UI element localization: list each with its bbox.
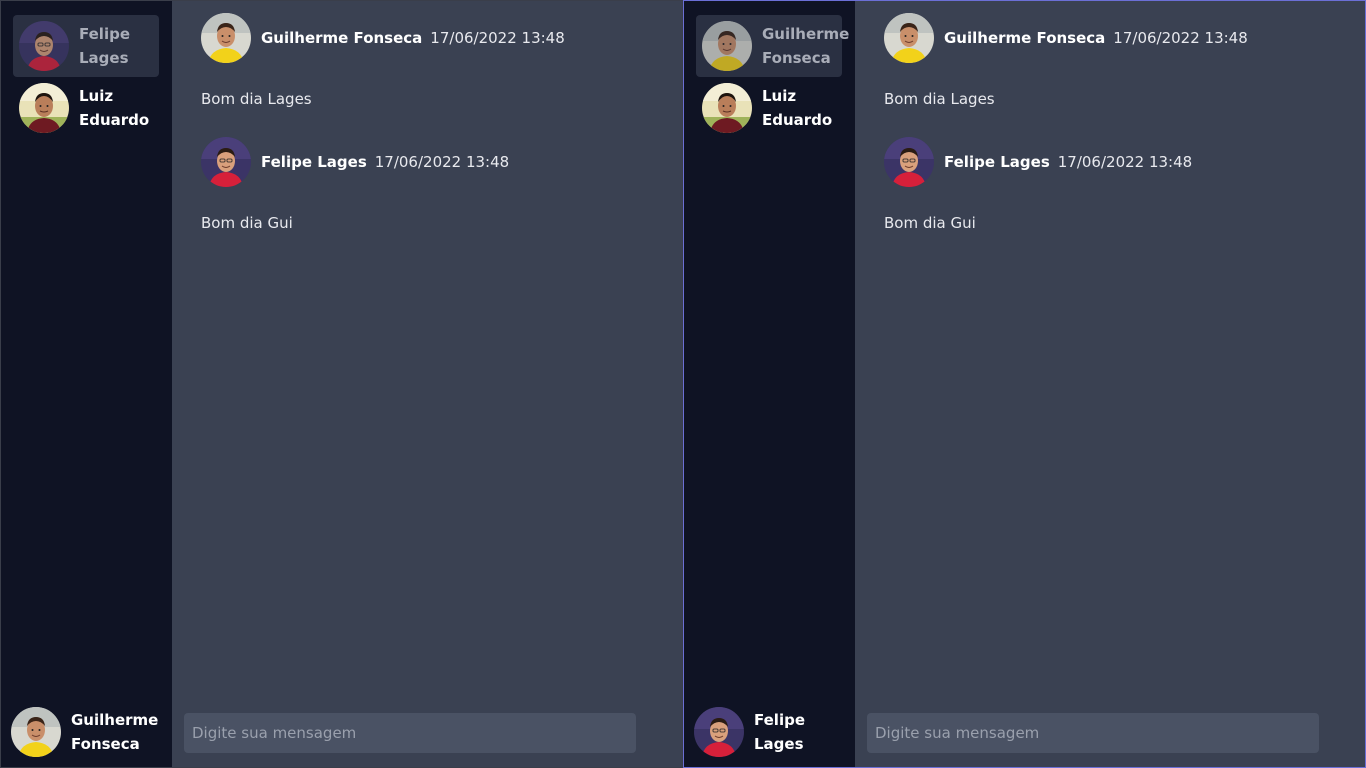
message-time: 17/06/2022 13:48 [430,29,565,47]
message-author: Guilherme Fonseca [944,29,1106,47]
contact-name: Luiz Eduardo [79,87,150,129]
current-user-name: Guilherme Fonseca [71,711,159,753]
current-user-name: Felipe Lages [754,711,806,753]
avatar [201,13,251,63]
message-header: Guilherme Fonseca 17/06/2022 13:48 [201,13,565,63]
chat-window-right: Guilherme Fonseca Luiz Eduardo Felipe La… [683,0,1366,768]
message-header: Felipe Lages 17/06/2022 13:48 [884,137,1192,187]
message-header: Guilherme Fonseca 17/06/2022 13:48 [884,13,1248,63]
message-text: Bom dia Lages [201,90,312,108]
chat-area: Guilherme Fonseca 17/06/2022 13:48 Bom d… [855,1,1365,767]
avatar [884,137,934,187]
message-input[interactable] [184,713,636,753]
contacts-sidebar: Felipe Lages Luiz Eduardo Guilherme Fons… [1,1,172,767]
avatar [884,13,934,63]
avatar [702,21,752,71]
message-header: Felipe Lages 17/06/2022 13:48 [201,137,509,187]
chat-area: Guilherme Fonseca 17/06/2022 13:48 Bom d… [172,1,682,767]
current-user: Guilherme Fonseca [11,707,161,757]
avatar [19,83,69,133]
contact-name: Felipe Lages [79,25,131,67]
contacts-sidebar: Guilherme Fonseca Luiz Eduardo Felipe La… [684,1,855,767]
contact-name: Luiz Eduardo [762,87,833,129]
avatar [201,137,251,187]
avatar [694,707,744,757]
message-time: 17/06/2022 13:48 [1113,29,1248,47]
chat-window-left: Felipe Lages Luiz Eduardo Guilherme Fons… [0,0,683,768]
message-text: Bom dia Lages [884,90,995,108]
message-text: Bom dia Gui [884,214,976,232]
message-input[interactable] [867,713,1319,753]
contact-guilherme-fonseca[interactable]: Guilherme Fonseca [696,15,850,77]
contact-name: Guilherme Fonseca [762,25,850,67]
contact-luiz-eduardo[interactable]: Luiz Eduardo [696,77,842,139]
current-user: Felipe Lages [694,707,854,757]
message-time: 17/06/2022 13:48 [1057,153,1193,171]
avatar [702,83,752,133]
avatar [19,21,69,71]
message-author: Felipe Lages [261,153,367,171]
message-text: Bom dia Gui [201,214,293,232]
message-author: Felipe Lages [944,153,1050,171]
message-author: Guilherme Fonseca [261,29,423,47]
avatar [11,707,61,757]
message-time: 17/06/2022 13:48 [374,153,510,171]
contact-felipe-lages[interactable]: Felipe Lages [13,15,159,77]
contact-luiz-eduardo[interactable]: Luiz Eduardo [13,77,159,139]
